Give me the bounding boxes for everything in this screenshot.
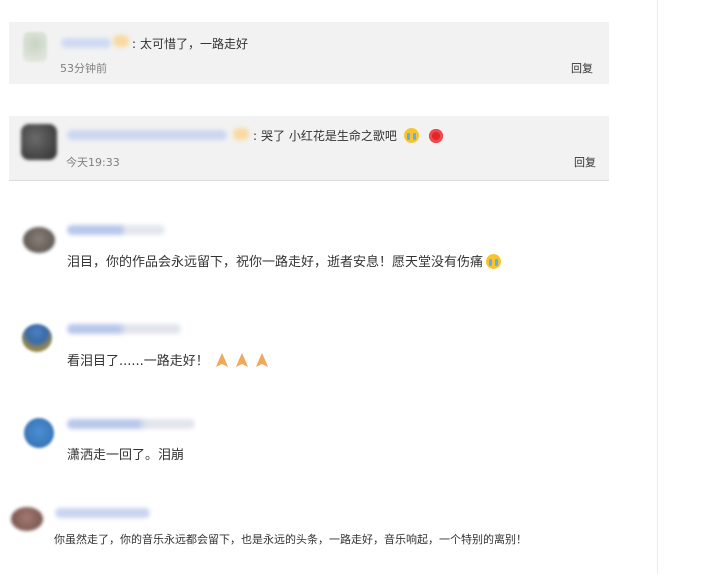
comment-text: 潇洒走一回了。泪崩 bbox=[67, 448, 185, 463]
reply-button[interactable]: 回复 bbox=[571, 60, 593, 76]
user-badge-icon bbox=[233, 128, 249, 140]
reply-text: 太可惜了，一路走好 bbox=[140, 37, 249, 51]
praying-hands-icon bbox=[256, 353, 269, 367]
comment-text: 你虽然走了，你的音乐永远都会留下，也是永远的头条，一路走好，音乐响起，一个特别的… bbox=[54, 533, 527, 546]
reply-text: 哭了 小红花是生命之歌吧 bbox=[261, 129, 397, 143]
username[interactable] bbox=[61, 38, 111, 48]
comment-content: 泪目，你的作品会永远留下，祝你一路走好，逝者安息！愿天堂没有伤痛 bbox=[67, 251, 502, 270]
reply-content: : 哭了 小红花是生命之歌吧 bbox=[253, 127, 443, 144]
reply-time: 53分钟前 bbox=[60, 62, 107, 75]
praying-hands-icon bbox=[236, 353, 249, 367]
username[interactable] bbox=[67, 324, 181, 334]
comment-text: 泪目，你的作品会永远留下，祝你一路走好，逝者安息！愿天堂没有伤痛 bbox=[67, 255, 484, 270]
username[interactable] bbox=[55, 508, 150, 518]
avatar[interactable] bbox=[24, 418, 54, 448]
comment-content: 潇洒走一回了。泪崩 bbox=[67, 444, 184, 463]
crying-face-icon bbox=[403, 128, 419, 143]
avatar[interactable] bbox=[23, 32, 47, 62]
praying-hands-icon bbox=[215, 353, 228, 367]
comment-content: 看泪目了......一路走好！ bbox=[67, 350, 269, 369]
reply-time: 今天19:33 bbox=[66, 156, 120, 169]
reply-content: : 太可惜了，一路走好 bbox=[132, 37, 249, 51]
user-badge-icon bbox=[113, 35, 129, 47]
crying-face-icon bbox=[486, 254, 502, 269]
comment-text: 看泪目了......一路走好！ bbox=[67, 354, 209, 369]
avatar[interactable] bbox=[23, 227, 55, 253]
sidebar-divider bbox=[657, 0, 658, 574]
avatar[interactable] bbox=[11, 507, 43, 531]
username[interactable] bbox=[67, 419, 195, 429]
avatar[interactable] bbox=[22, 324, 52, 352]
username[interactable] bbox=[67, 130, 227, 140]
reply-button[interactable]: 回复 bbox=[574, 154, 596, 170]
username[interactable] bbox=[67, 225, 165, 235]
reply-item: : 哭了 小红花是生命之歌吧 今天19:33 回复 bbox=[9, 116, 609, 181]
comment-content: 你虽然走了，你的音乐永远都会留下，也是永远的头条，一路走好，音乐响起，一个特别的… bbox=[54, 531, 527, 547]
red-flower-icon bbox=[428, 129, 443, 143]
reply-item: : 太可惜了，一路走好 53分钟前 回复 bbox=[9, 22, 609, 84]
avatar[interactable] bbox=[21, 124, 57, 160]
